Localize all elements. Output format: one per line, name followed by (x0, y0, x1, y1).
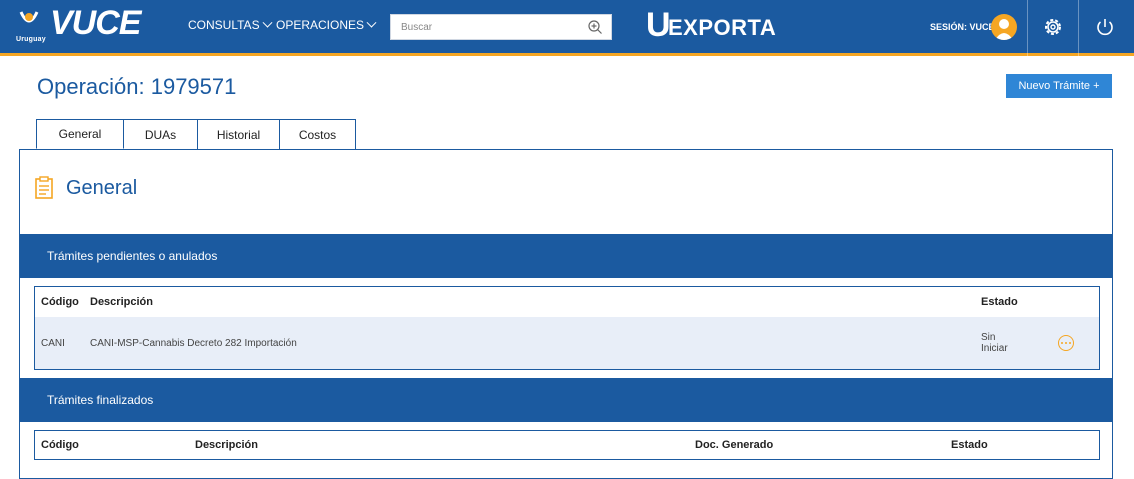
logo-country-text: Uruguay (16, 36, 46, 43)
gear-icon[interactable] (1040, 14, 1066, 40)
nav-operaciones[interactable]: OPERACIONES (276, 17, 377, 32)
zoom-in-icon[interactable] (587, 19, 603, 35)
more-options-icon[interactable] (1058, 335, 1074, 351)
uexporta-mark: U (646, 6, 671, 44)
table-header-row: Código Descripción Estado (35, 287, 1099, 317)
nav-consultas[interactable]: CONSULTAS (188, 17, 273, 32)
finished-table: Código Descripción Doc. Generado Estado (34, 430, 1100, 460)
pending-section-title: Trámites pendientes o anulados (47, 249, 218, 263)
estado-line-1: Sin (981, 332, 996, 343)
search-input[interactable] (391, 15, 587, 39)
top-bar: Uruguay VUCE CONSULTAS OPERACIONES U EXP… (0, 0, 1134, 56)
user-icon (995, 19, 1013, 40)
col-doc-generado: Doc. Generado (695, 439, 774, 451)
page-title: Operación: 1979571 (37, 74, 237, 99)
col-descripcion: Descripción (90, 296, 153, 308)
section-header: General (34, 176, 137, 200)
table-row[interactable]: CANI CANI-MSP-Cannabis Decreto 282 Impor… (35, 317, 1099, 369)
cell-estado: Sin Iniciar (981, 317, 1008, 369)
power-icon[interactable] (1092, 14, 1118, 40)
nav-consultas-label: CONSULTAS (188, 18, 260, 32)
vuce-logo[interactable]: Uruguay VUCE (14, 4, 144, 50)
tab-costos[interactable]: Costos (279, 119, 356, 149)
uexporta-logo[interactable]: U EXPORTA (646, 6, 777, 44)
nav-operaciones-label: OPERACIONES (276, 18, 365, 32)
divider (1078, 0, 1079, 56)
clipboard-icon (35, 176, 53, 199)
cell-codigo: CANI (41, 337, 65, 349)
tab-historial[interactable]: Historial (197, 119, 280, 149)
tab-bar: General DUAs Historial Costos (36, 119, 356, 149)
col-codigo: Código (41, 296, 79, 308)
logo-brand-text: VUCE (50, 4, 141, 42)
estado-line-2: Iniciar (981, 343, 1008, 354)
col-descripcion: Descripción (195, 439, 258, 451)
pending-table: Código Descripción Estado CANI CANI-MSP-… (34, 286, 1100, 370)
uruguay-sun-icon (19, 11, 39, 23)
col-estado: Estado (981, 296, 1018, 308)
table-header-row: Código Descripción Doc. Generado Estado (35, 431, 1099, 459)
pending-section-header: Trámites pendientes o anulados (20, 234, 1112, 278)
chevron-down-icon (366, 17, 377, 28)
finished-section-title: Trámites finalizados (47, 393, 154, 407)
tab-general[interactable]: General (36, 119, 124, 149)
col-estado: Estado (951, 439, 988, 451)
col-codigo: Código (41, 439, 79, 451)
new-tramite-button[interactable]: Nuevo Trámite + (1006, 74, 1112, 98)
avatar[interactable] (991, 14, 1017, 40)
uexporta-text: EXPORTA (668, 15, 777, 40)
tab-duas[interactable]: DUAs (123, 119, 198, 149)
cell-descripcion: CANI-MSP-Cannabis Decreto 282 Importació… (90, 337, 297, 349)
finished-section-header: Trámites finalizados (20, 378, 1112, 422)
divider (1027, 0, 1028, 56)
general-panel: General Trámites pendientes o anulados C… (19, 149, 1113, 479)
search-box (390, 14, 612, 40)
chevron-down-icon (262, 17, 273, 28)
section-title: General (66, 176, 138, 199)
row-actions (1058, 317, 1074, 369)
session-label: SESIÓN: VUCE (930, 22, 995, 32)
